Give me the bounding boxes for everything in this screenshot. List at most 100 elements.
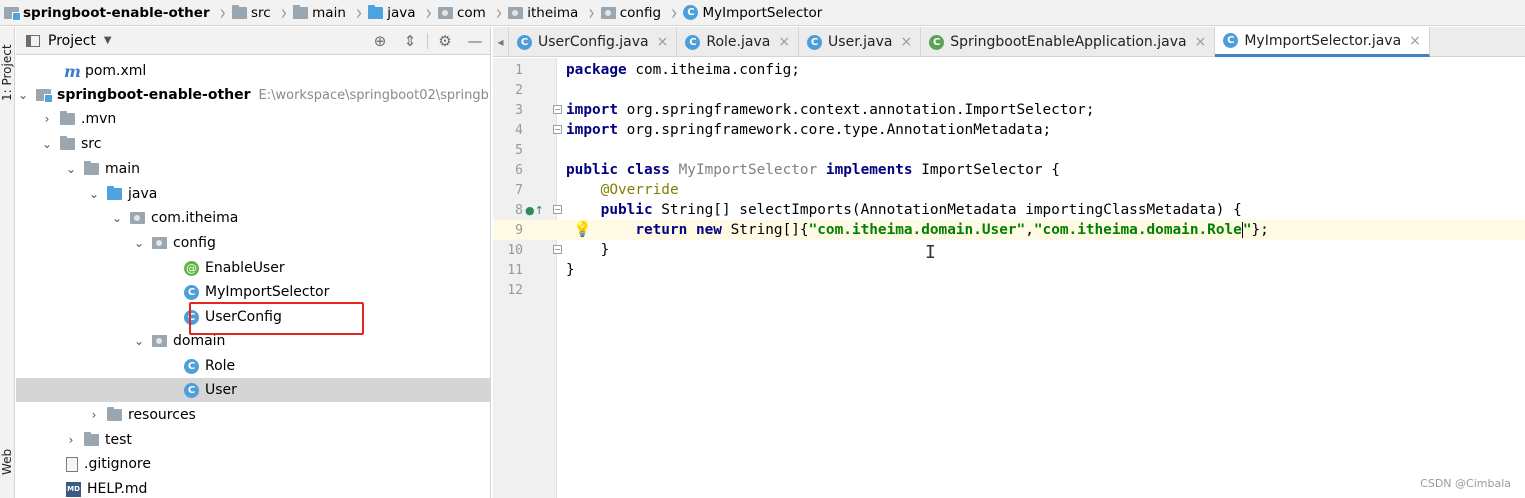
breadcrumb-label: java	[387, 4, 416, 21]
chevron-down-icon[interactable]: ⌄	[18, 88, 28, 102]
project-tool-window: Project ▼ ⊕ ⇕ ⚙ — m pom.xml ⌄ springboot…	[16, 27, 491, 498]
tree-item-label: MyImportSelector	[205, 284, 330, 300]
tab-myimportselector[interactable]: C MyImportSelector.java ×	[1215, 27, 1430, 57]
fold-marker-icon[interactable]: −	[553, 125, 562, 134]
code-text: public class MyImportSelector implements…	[566, 162, 1060, 178]
code-line-6: 6 public class MyImportSelector implemen…	[493, 160, 1525, 180]
code-editor[interactable]: 1 package com.itheima.config; 2 3 − impo…	[493, 58, 1525, 498]
tree-item-com-itheima[interactable]: ⌄ com.itheima	[16, 206, 490, 230]
code-text: public String[] selectImports(Annotation…	[600, 202, 1242, 218]
tree-item-enableuser[interactable]: @ EnableUser	[16, 256, 490, 280]
override-marker-icon[interactable]: ●↑	[525, 204, 544, 217]
tab-role[interactable]: C Role.java ×	[677, 27, 800, 57]
breadcrumb-item-class[interactable]: C MyImportSelector	[683, 0, 828, 25]
close-icon[interactable]: ×	[900, 34, 912, 50]
chevron-right-icon[interactable]: ›	[42, 112, 52, 126]
tree-item-java[interactable]: ⌄ java	[16, 182, 490, 206]
tree-item-label: springboot-enable-other	[57, 87, 251, 103]
tree-item-main[interactable]: ⌄ main	[16, 157, 490, 181]
line-number: 2	[515, 82, 523, 98]
fold-marker-icon[interactable]: −	[553, 245, 562, 254]
tree-item-label: test	[105, 432, 132, 448]
tab-userconfig[interactable]: C UserConfig.java ×	[509, 27, 678, 57]
tree-item-label: src	[81, 136, 102, 152]
chevron-right-icon[interactable]: ›	[89, 408, 99, 422]
maven-icon: m	[64, 61, 81, 81]
tree-item-module[interactable]: ⌄ springboot-enable-other E:\workspace\s…	[16, 83, 490, 107]
fold-marker-icon[interactable]: −	[553, 105, 562, 114]
chevron-down-icon[interactable]: ⌄	[42, 137, 52, 151]
breadcrumb-item-java[interactable]: java	[368, 0, 421, 25]
class-icon: C	[184, 358, 199, 374]
breadcrumb-item-itheima[interactable]: itheima	[508, 0, 584, 25]
tree-item-mvn[interactable]: › .mvn	[16, 107, 490, 131]
line-number: 12	[507, 282, 523, 298]
tree-item-label: domain	[173, 333, 226, 349]
close-icon[interactable]: ×	[1195, 34, 1207, 50]
class-icon: C	[517, 34, 532, 50]
breadcrumb-item-main[interactable]: main	[293, 0, 352, 25]
tree-item-config[interactable]: ⌄ config	[16, 231, 490, 255]
close-icon[interactable]: ×	[1409, 33, 1421, 49]
tab-springboot-enable-application[interactable]: C SpringbootEnableApplication.java ×	[921, 27, 1216, 57]
folder-icon	[293, 4, 309, 19]
line-number: 1	[515, 62, 523, 78]
chevron-right-icon[interactable]: ›	[66, 433, 76, 447]
annotation-icon: @	[184, 260, 199, 276]
chevron-down-icon[interactable]: ⌄	[66, 162, 76, 176]
tree-item-user[interactable]: C User	[16, 378, 490, 402]
chevron-down-icon[interactable]: ⌄	[112, 211, 122, 225]
module-icon	[36, 89, 53, 103]
module-icon	[4, 6, 21, 21]
dropdown-arrow-icon[interactable]: ▼	[104, 35, 112, 46]
tree-item-label: com.itheima	[151, 210, 239, 226]
resources-folder-icon	[107, 407, 122, 421]
tab-scroll-left-icon[interactable]: ◂	[493, 27, 509, 56]
code-line-2: 2	[493, 80, 1525, 100]
tree-item-help-md[interactable]: MD HELP.md	[16, 477, 490, 498]
tree-item-myimportselector[interactable]: C MyImportSelector	[16, 280, 490, 304]
folder-icon	[60, 136, 75, 150]
folder-icon	[84, 432, 99, 446]
annotation-highlight-box	[189, 302, 364, 335]
tree-item-role[interactable]: C Role	[16, 354, 490, 378]
tree-item-resources[interactable]: › resources	[16, 403, 490, 427]
web-tool-window-button[interactable]: Web	[0, 449, 14, 475]
close-icon[interactable]: ×	[657, 34, 669, 50]
tree-item-test[interactable]: › test	[16, 428, 490, 452]
project-view-selector[interactable]: Project	[48, 33, 96, 49]
package-icon	[152, 335, 167, 347]
tab-label: SpringbootEnableApplication.java	[950, 34, 1187, 50]
tree-item-pom[interactable]: m pom.xml	[16, 59, 490, 83]
collapse-all-icon[interactable]: ⇕	[395, 32, 425, 50]
chevron-down-icon[interactable]: ⌄	[89, 187, 99, 201]
code-line-3: 3 − import org.springframework.context.a…	[493, 100, 1525, 120]
close-icon[interactable]: ×	[778, 34, 790, 50]
code-text: package com.itheima.config;	[566, 62, 800, 78]
breadcrumb-item-com[interactable]: com	[437, 0, 492, 25]
class-icon: C	[685, 34, 701, 50]
line-number: 9	[515, 222, 523, 238]
breadcrumb-item-project[interactable]: springboot-enable-other	[4, 0, 216, 25]
tree-item-src[interactable]: ⌄ src	[16, 132, 490, 156]
package-icon	[437, 6, 453, 19]
tree-item-label: HELP.md	[87, 481, 148, 497]
code-text: import org.springframework.core.type.Ann…	[566, 122, 1052, 138]
breadcrumb-item-src[interactable]: src	[232, 0, 277, 25]
gear-icon[interactable]: ⚙	[430, 32, 460, 50]
breadcrumb-item-config[interactable]: config	[600, 0, 667, 25]
tab-label: User.java	[828, 34, 893, 50]
chevron-right-icon: ›	[219, 0, 227, 26]
hide-panel-icon[interactable]: —	[460, 32, 490, 50]
tab-user[interactable]: C User.java ×	[799, 27, 922, 57]
locate-target-icon[interactable]: ⊕	[365, 32, 395, 50]
tree-item-label: EnableUser	[205, 260, 285, 276]
class-icon: C	[184, 284, 199, 300]
fold-marker-icon[interactable]: −	[553, 205, 562, 214]
module-path: E:\workspace\springboot02\springb	[258, 87, 489, 103]
chevron-down-icon[interactable]: ⌄	[134, 236, 144, 250]
tree-item-gitignore[interactable]: .gitignore	[16, 452, 490, 476]
project-tool-window-button[interactable]: 1: Project	[0, 44, 14, 101]
chevron-down-icon[interactable]: ⌄	[134, 334, 144, 348]
class-icon: C	[1223, 33, 1239, 48]
